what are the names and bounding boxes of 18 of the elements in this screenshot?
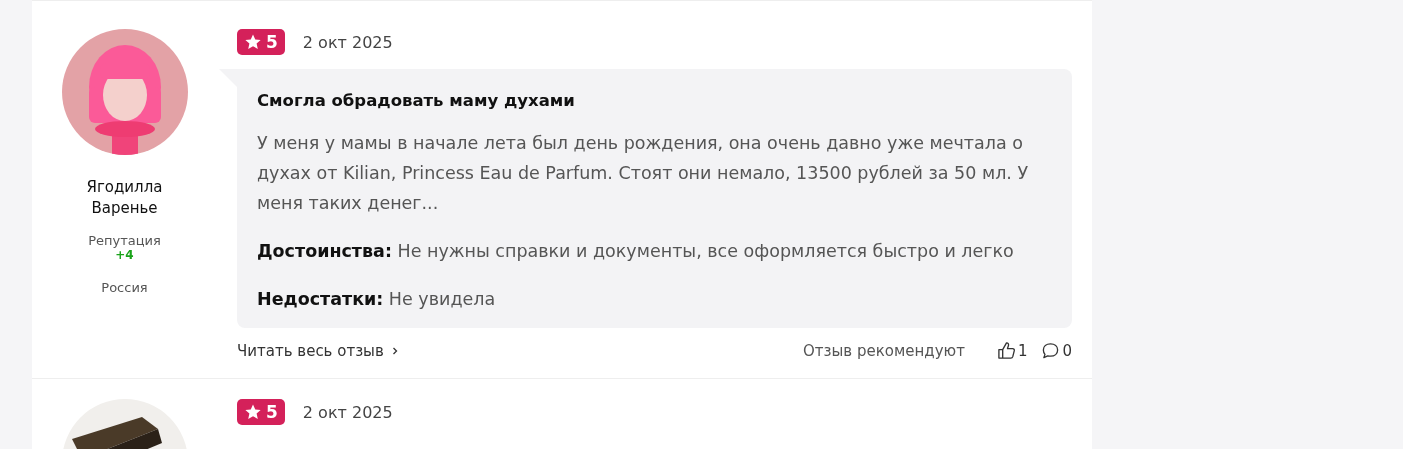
reputation-value: +4 — [115, 248, 134, 262]
star-icon — [244, 403, 262, 421]
star-icon — [244, 33, 262, 51]
author-country: Россия — [101, 280, 148, 295]
review-date: 2 окт 2025 — [302, 402, 393, 422]
like-button[interactable]: 1 — [996, 341, 1028, 360]
review-text: У меня у мамы в начале лета был день рождения, она очень давно уже мечтала о духах от Kilian, Princess Eau de Parfum. Стоят они немало, 13500 рублей за 50 мл. У меня таких денег... — [257, 132, 1030, 215]
rating-badge: 5 — [237, 29, 285, 55]
cons-text: Недостатки: Не увидела — [257, 288, 497, 311]
comment-button[interactable]: 0 — [1041, 341, 1072, 360]
pros-text: Достоинства: Не нужны справки и документы, все оформляется быстро и легко — [257, 240, 1015, 263]
author-name[interactable]: Ягодилла Варенье — [69, 177, 180, 219]
rating-badge: 5 — [237, 399, 285, 425]
review-title[interactable]: Смогла обрадовать маму духами — [257, 91, 1052, 110]
recommend-label: Отзыв рекомендуют — [802, 341, 965, 360]
reputation-label: Репутация — [88, 233, 161, 248]
review-date: 2 окт 2025 — [302, 32, 393, 52]
read-more-link[interactable]: Читать весь отзыв — [237, 341, 400, 360]
